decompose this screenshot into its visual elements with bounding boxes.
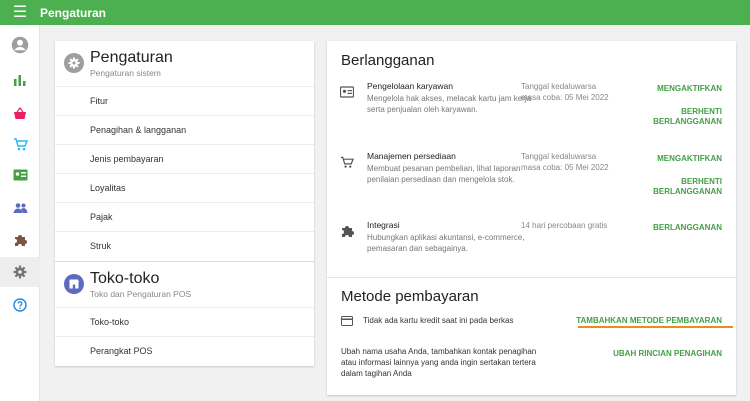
subscription-trial-info: Tanggal kedaluwarsa masa coba: 05 Mei 20… (521, 151, 641, 173)
menu-item-pos-devices[interactable]: Perangkat POS (55, 336, 314, 365)
subscription-name: Pengelolaan karyawan (367, 81, 454, 91)
menu-item-taxes[interactable]: Pajak (55, 202, 314, 231)
trial-date: masa coba: 05 Mei 2022 (521, 163, 609, 172)
menu-item-features[interactable]: Fitur (55, 86, 314, 115)
edit-billing-details-button[interactable]: UBAH RINCIAN PENAGIHAN (613, 349, 722, 358)
subscription-trial-info: 14 hari percobaan gratis (521, 221, 608, 230)
app-bar: ☰ Pengaturan (0, 0, 750, 25)
subscription-name: Manajemen persediaan (367, 151, 456, 161)
add-payment-method-button[interactable]: TAMBAHKAN METODE PEMBAYARAN (576, 316, 722, 325)
puzzle-icon (342, 226, 354, 237)
billing-card: Berlangganan Pengelolaan karyawan Mengel… (327, 41, 736, 395)
settings-menu-card: Pengaturan Pengaturan sistem Fitur Penag… (55, 41, 314, 366)
subscribe-button[interactable]: BERLANGGANAN (653, 223, 722, 232)
trial-label: Tanggal kedaluwarsa (521, 152, 597, 161)
gear-icon[interactable] (0, 257, 40, 287)
basket-icon[interactable] (0, 98, 40, 128)
settings-section-header: Pengaturan Pengaturan sistem (55, 41, 314, 88)
bar-chart-icon[interactable] (0, 65, 40, 95)
stores-section-title: Toko-toko (90, 270, 160, 287)
help-icon[interactable] (0, 290, 40, 320)
menu-item-payment-types[interactable]: Jenis pembayaran (55, 144, 314, 173)
settings-section-subtitle: Pengaturan sistem (90, 68, 161, 78)
no-card-text: Tidak ada kartu kredit saat ini pada ber… (363, 316, 514, 325)
section-divider (327, 277, 736, 278)
trial-date: masa coba: 05 Mei 2022 (521, 93, 609, 102)
id-card-icon[interactable] (0, 160, 40, 190)
menu-item-billing[interactable]: Penagihan & langganan (55, 115, 314, 144)
credit-card-icon (341, 316, 353, 326)
subscription-trial-info: Tanggal kedaluwarsa masa coba: 05 Mei 20… (521, 81, 641, 103)
gear-icon (64, 53, 84, 73)
cart-icon[interactable] (0, 129, 40, 159)
subscription-name: Integrasi (367, 220, 400, 230)
settings-section-title: Pengaturan (90, 49, 173, 66)
trial-label: Tanggal kedaluwarsa (521, 82, 597, 91)
cart-icon (340, 156, 354, 168)
account-circle-icon[interactable] (0, 30, 40, 60)
menu-item-stores[interactable]: Toko-toko (55, 307, 314, 336)
puzzle-icon[interactable] (0, 225, 40, 255)
subscription-description: Membuat pesanan pembelian, lihat laporan… (367, 164, 521, 184)
subscriptions-title: Berlangganan (341, 52, 435, 69)
subscription-description: Mengelola hak akses, melacak kartu jam k… (367, 94, 532, 114)
billing-details-text: Ubah nama usaha Anda, tambahkan kontak p… (341, 347, 537, 378)
menu-item-receipts[interactable]: Struk (55, 231, 314, 260)
employee-card-icon (340, 86, 354, 98)
subscription-description: Hubungkan aplikasi akuntansi, e-commerce… (367, 233, 525, 253)
unsubscribe-button[interactable]: BERHENTI BERLANGGANAN (632, 107, 722, 127)
activate-button[interactable]: MENGAKTIFKAN (657, 154, 722, 163)
nav-rail (0, 25, 40, 401)
stores-section-subtitle: Toko dan Pengaturan POS (90, 289, 192, 299)
menu-item-loyalty[interactable]: Loyalitas (55, 173, 314, 202)
menu-icon[interactable]: ☰ (0, 0, 40, 25)
unsubscribe-button[interactable]: BERHENTI BERLANGGANAN (632, 177, 722, 197)
payment-method-title: Metode pembayaran (341, 288, 479, 305)
people-icon[interactable] (0, 193, 40, 223)
stores-section-header: Toko-toko Toko dan Pengaturan POS (55, 262, 314, 309)
page-title: Pengaturan (40, 5, 107, 20)
store-icon (64, 274, 84, 294)
add-payment-underline (578, 326, 733, 328)
activate-button[interactable]: MENGAKTIFKAN (657, 84, 722, 93)
